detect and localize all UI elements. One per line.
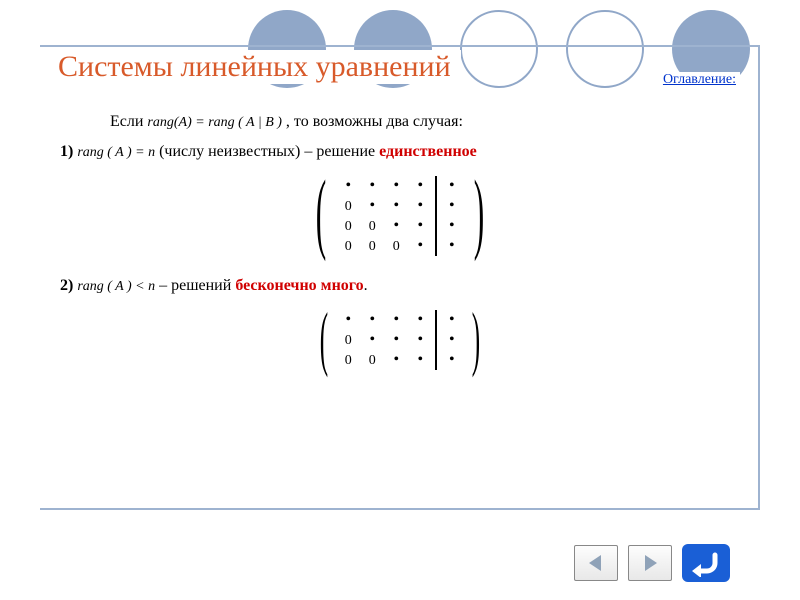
matrix1-wrap: () bbox=[60, 172, 740, 260]
intro-prefix: Если bbox=[110, 113, 143, 130]
matrix2: () bbox=[312, 306, 487, 374]
zero-cell bbox=[336, 236, 360, 257]
intro-line: Если rang(A) = rang ( A | B ) , то возмо… bbox=[110, 110, 740, 134]
dot-cell bbox=[384, 214, 408, 238]
matrix-row bbox=[336, 310, 432, 330]
u-turn-icon bbox=[689, 549, 723, 577]
case2-number: 2) bbox=[60, 277, 73, 294]
zero-cell bbox=[336, 216, 360, 237]
nav-controls bbox=[574, 544, 730, 582]
zero-cell bbox=[360, 350, 384, 371]
matrix2-wrap: () bbox=[60, 306, 740, 374]
case1-descr: (числу неизвестных) – решение bbox=[159, 143, 375, 160]
matrix-row bbox=[440, 310, 464, 330]
case2-dot: . bbox=[364, 277, 368, 294]
next-button[interactable] bbox=[628, 545, 672, 581]
matrix-row bbox=[440, 176, 464, 196]
case2-descr: – решений bbox=[159, 277, 231, 294]
paren-left-icon: ( bbox=[316, 172, 326, 260]
case1-number: 1) bbox=[60, 143, 73, 160]
paren-left-icon: ( bbox=[320, 306, 328, 374]
content-area: Если rang(A) = rang ( A | B ) , то возмо… bbox=[60, 110, 740, 388]
dot-cell bbox=[360, 194, 384, 218]
case2-line: 2) rang ( A ) < n – решений бесконечно м… bbox=[60, 274, 740, 298]
paren-right-icon: ) bbox=[472, 306, 480, 374]
intro-rang: rang(A) = rang ( A | B ) bbox=[147, 115, 282, 130]
matrix1: () bbox=[306, 172, 493, 260]
matrix-right-cells bbox=[440, 172, 464, 260]
triangle-left-icon bbox=[586, 553, 606, 573]
case1-line: 1) rang ( A ) = n (числу неизвестных) – … bbox=[60, 140, 740, 164]
dot-cell bbox=[440, 234, 464, 258]
matrix-left-cells bbox=[336, 306, 432, 374]
zero-cell bbox=[384, 236, 408, 257]
matrix-row bbox=[440, 330, 464, 350]
return-button[interactable] bbox=[682, 544, 730, 582]
case2-red: бесконечно много bbox=[235, 277, 363, 294]
matrix-left-cells bbox=[336, 172, 432, 260]
matrix-row bbox=[336, 330, 432, 350]
dot-cell bbox=[408, 348, 432, 372]
matrix-separator bbox=[435, 310, 437, 370]
dot-cell bbox=[360, 328, 384, 352]
zero-cell bbox=[336, 330, 360, 351]
toc-link[interactable]: Оглавление: bbox=[659, 72, 740, 88]
dot-cell bbox=[336, 174, 360, 198]
matrix-row bbox=[336, 196, 432, 216]
case1-rang: rang ( A ) = n bbox=[77, 145, 155, 160]
case1-red: единственное bbox=[379, 143, 477, 160]
zero-cell bbox=[360, 236, 384, 257]
matrix-separator bbox=[435, 176, 437, 256]
matrix-row bbox=[336, 350, 432, 370]
matrix-row bbox=[336, 216, 432, 236]
intro-suffix: , то возможны два случая: bbox=[286, 113, 463, 130]
dot-cell bbox=[336, 308, 360, 332]
paren-right-icon: ) bbox=[473, 172, 483, 260]
slide-title: Системы линейных уравнений bbox=[58, 50, 461, 84]
zero-cell bbox=[360, 216, 384, 237]
matrix-row bbox=[440, 350, 464, 370]
case2-rang: rang ( A ) < n bbox=[77, 279, 155, 294]
slide: Системы линейных уравнений Оглавление: Е… bbox=[0, 0, 800, 600]
matrix-row bbox=[440, 236, 464, 256]
matrix-row bbox=[336, 176, 432, 196]
zero-cell bbox=[336, 196, 360, 217]
dot-cell bbox=[408, 234, 432, 258]
matrix-row bbox=[440, 196, 464, 216]
zero-cell bbox=[336, 350, 360, 371]
dot-cell bbox=[440, 348, 464, 372]
prev-button[interactable] bbox=[574, 545, 618, 581]
matrix-row bbox=[336, 236, 432, 256]
matrix-row bbox=[440, 216, 464, 236]
dot-cell bbox=[384, 348, 408, 372]
matrix-right-cells bbox=[440, 306, 464, 374]
triangle-right-icon bbox=[640, 553, 660, 573]
